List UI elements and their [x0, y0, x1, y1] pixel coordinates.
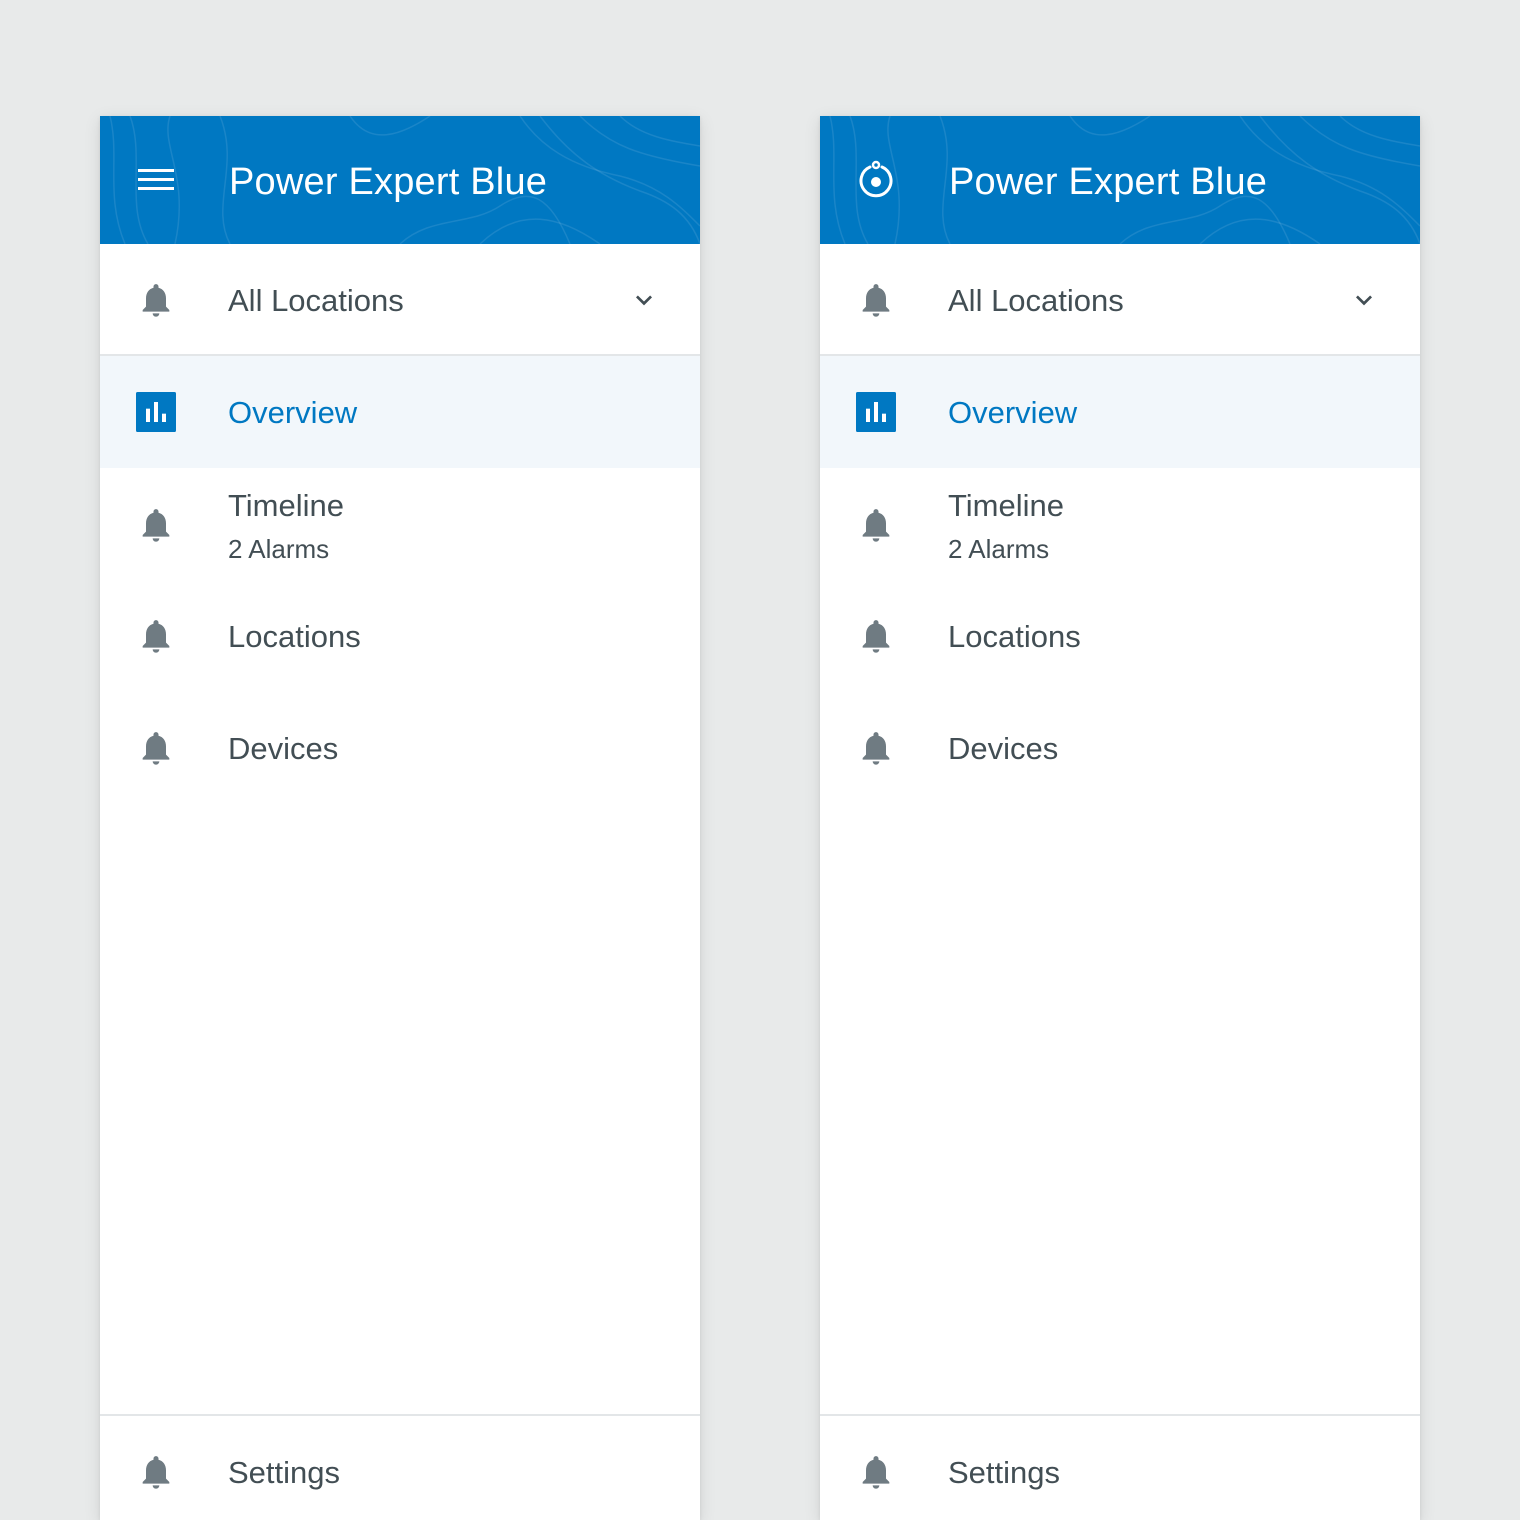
- nav-item-overview[interactable]: Overview: [100, 356, 700, 468]
- nav-item-settings[interactable]: Settings: [820, 1414, 1420, 1520]
- nav-item-subtitle: 2 Alarms: [948, 534, 1050, 564]
- nav-item-locations[interactable]: Locations: [100, 580, 700, 692]
- nav-item-label: Locations: [948, 619, 1081, 654]
- bell-icon: [862, 284, 890, 317]
- bell-icon: [142, 509, 170, 542]
- nav-item-timeline[interactable]: Timeline 2 Alarms: [100, 468, 700, 580]
- bell-icon: [142, 284, 170, 317]
- nav-item-label: Devices: [228, 731, 339, 766]
- bell-icon: [142, 620, 170, 653]
- location-selector-label: All Locations: [228, 283, 404, 318]
- bell-icon: [142, 1456, 170, 1489]
- bell-icon: [862, 509, 890, 542]
- app-title: Power Expert Blue: [949, 161, 1268, 203]
- hamburger-menu-icon[interactable]: [136, 160, 176, 200]
- location-selector[interactable]: All Locations: [100, 244, 700, 356]
- app-logo-icon: [859, 160, 893, 198]
- bar-chart-icon: [136, 392, 176, 432]
- location-selector-label: All Locations: [948, 283, 1124, 318]
- nav-item-timeline[interactable]: Timeline 2 Alarms: [820, 468, 1420, 580]
- page: Power Expert Blue All Locations Overview: [0, 0, 1520, 1520]
- bar-chart-icon: [856, 392, 896, 432]
- location-selector[interactable]: All Locations: [820, 244, 1420, 356]
- nav-item-settings[interactable]: Settings: [100, 1414, 700, 1520]
- bell-icon: [862, 1456, 890, 1489]
- nav-item-label: Settings: [228, 1455, 341, 1490]
- nav-item-label: Devices: [948, 731, 1059, 766]
- drawer-header: Power Expert Blue: [100, 116, 700, 244]
- nav-item-label: Timeline: [948, 488, 1064, 523]
- navigation-drawer-logo-variant: Power Expert Blue All Locations Overview: [820, 116, 1420, 1520]
- nav-item-locations[interactable]: Locations: [820, 580, 1420, 692]
- nav-item-label: Overview: [948, 395, 1078, 430]
- nav-item-label: Settings: [948, 1455, 1061, 1490]
- nav-item-label: Timeline: [228, 488, 344, 523]
- navigation-drawer-menu-variant: Power Expert Blue All Locations Overview: [100, 116, 700, 1520]
- bell-icon: [862, 620, 890, 653]
- nav-item-label: Overview: [228, 395, 358, 430]
- nav-item-devices[interactable]: Devices: [820, 692, 1420, 804]
- bell-icon: [142, 732, 170, 765]
- chevron-down-icon[interactable]: [1348, 284, 1380, 316]
- drawer-header: Power Expert Blue: [820, 116, 1420, 244]
- app-title: Power Expert Blue: [229, 161, 548, 203]
- nav-item-overview[interactable]: Overview: [820, 356, 1420, 468]
- nav-item-label: Locations: [228, 619, 361, 654]
- nav-item-devices[interactable]: Devices: [100, 692, 700, 804]
- chevron-down-icon[interactable]: [628, 284, 660, 316]
- nav-item-subtitle: 2 Alarms: [228, 534, 330, 564]
- bell-icon: [862, 732, 890, 765]
